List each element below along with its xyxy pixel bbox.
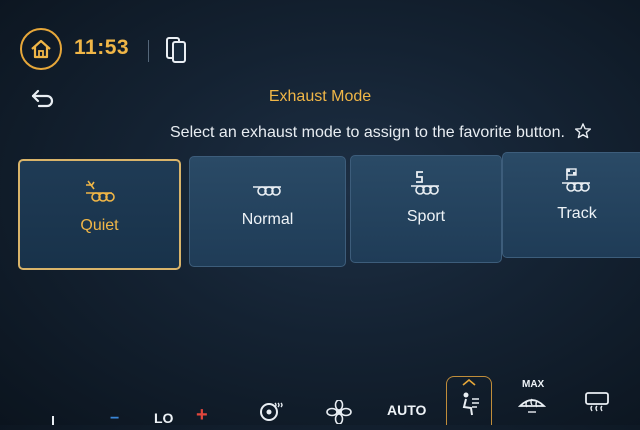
mode-card-normal[interactable]: Normal — [189, 156, 346, 267]
clock: 11:53 — [74, 36, 130, 59]
rear-defrost-icon — [585, 392, 609, 412]
airflow-person-icon — [462, 392, 479, 416]
temperature-display: LO — [154, 410, 174, 426]
airflow-mode-button[interactable] — [446, 376, 492, 425]
sport-exhaust-icon — [411, 171, 439, 195]
max-defrost-label: MAX — [522, 379, 545, 390]
instruction-text: Select an exhaust mode to assign to the … — [170, 122, 592, 142]
phone-projection-button[interactable] — [164, 36, 188, 64]
rear-defrost-button[interactable] — [584, 390, 610, 414]
temp-decrease-button[interactable]: − — [110, 410, 119, 428]
mode-card-sport[interactable]: Sport — [350, 155, 502, 263]
seat-icon — [52, 416, 54, 425]
home-button[interactable] — [20, 28, 62, 70]
divider — [148, 40, 149, 62]
quiet-exhaust-icon — [85, 180, 115, 202]
temp-increase-button[interactable]: + — [196, 404, 208, 427]
phone-icon — [166, 37, 186, 63]
status-bar: 11:53 — [0, 0, 640, 80]
page-title: Exhaust Mode — [268, 88, 372, 105]
heated-steering-button[interactable] — [258, 400, 284, 422]
star-icon — [575, 123, 592, 139]
home-icon — [31, 39, 51, 59]
heated-steering-wheel-icon — [260, 402, 283, 421]
mode-label-track: Track — [557, 205, 597, 222]
instruction-label: Select an exhaust mode to assign to the … — [170, 124, 565, 141]
mode-label-quiet: Quiet — [80, 217, 119, 234]
track-exhaust-icon — [562, 168, 590, 192]
mode-label-sport: Sport — [406, 208, 446, 225]
climate-bar: − LO + AUTO MAX — [0, 372, 640, 428]
mode-card-track[interactable]: Track — [502, 152, 640, 258]
max-defrost-button[interactable] — [517, 392, 547, 414]
chevron-up-icon — [462, 379, 476, 386]
seat-heat-driver-button[interactable] — [48, 412, 62, 425]
mode-label-normal: Normal — [241, 211, 294, 228]
normal-exhaust-icon — [252, 186, 281, 196]
mode-card-quiet[interactable]: Quiet — [18, 159, 181, 270]
fan-speed-button[interactable] — [326, 399, 352, 425]
auto-climate-button[interactable]: AUTO — [387, 402, 426, 418]
fan-icon — [326, 399, 352, 425]
front-defrost-icon — [517, 398, 547, 413]
